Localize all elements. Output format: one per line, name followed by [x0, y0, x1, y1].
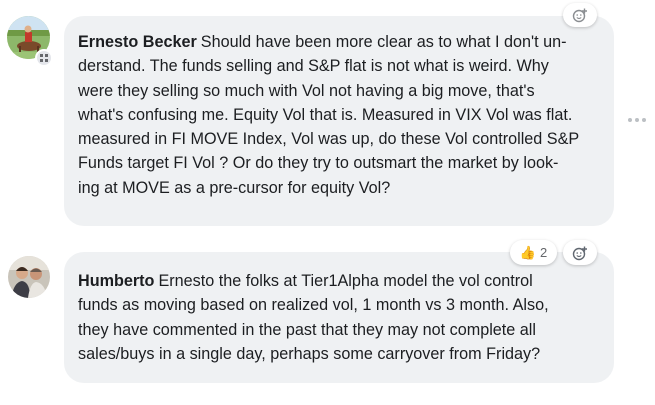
comment-bubble: Humberto Ernesto the folks at Tier1Alpha …	[64, 252, 614, 383]
comment-text-line: funds as moving based on realized vol, 1…	[78, 296, 549, 315]
comment-author[interactable]: Humberto	[78, 272, 154, 290]
badge-icon	[35, 49, 53, 67]
thumbs-up-icon: 👍	[519, 245, 536, 260]
comment-text-line: they have commented in the past that the…	[78, 320, 537, 339]
comment-bubble: Ernesto Becker Should have been more clea…	[64, 16, 614, 226]
add-reaction-icon	[572, 8, 587, 23]
comment-text-line: sales/buys in a single day, perhaps some…	[78, 344, 541, 363]
avatar-couple-photo-icon	[8, 256, 50, 298]
comment-text-line: what's confusing me. Equity Vol that is.…	[78, 105, 573, 124]
more-options-icon	[628, 118, 632, 122]
more-options-button[interactable]	[628, 110, 655, 130]
add-reaction-button[interactable]	[563, 3, 597, 27]
grid-badge-icon	[40, 54, 48, 62]
avatar-humberto[interactable]	[8, 256, 50, 298]
comment-text-line: Should have been more clear as to what I…	[200, 33, 567, 51]
comment-text-line: Ernesto the folks at Tier1Alpha model th…	[158, 272, 533, 290]
reaction-summary[interactable]: 👍 2	[510, 240, 557, 265]
reaction-count: 2	[539, 245, 548, 260]
comment-thread: Ernesto Becker Should have been more clea…	[0, 0, 655, 405]
comment-author[interactable]: Ernesto Becker	[78, 33, 197, 51]
add-reaction-button[interactable]	[563, 240, 597, 265]
comment-text-line: were they selling so much with Vol not h…	[78, 81, 535, 100]
comment-text-line: ing at MOVE as a pre-cursor for equity V…	[78, 178, 391, 197]
comment-text-line: derstand. The funds selling and S&P flat…	[78, 57, 549, 76]
comment-text-line: Funds target FI Vol ? Or do they try to …	[78, 154, 559, 173]
add-reaction-icon	[572, 246, 587, 260]
comment-text-line: measured in FI MOVE Index, Vol was up, d…	[78, 130, 580, 149]
